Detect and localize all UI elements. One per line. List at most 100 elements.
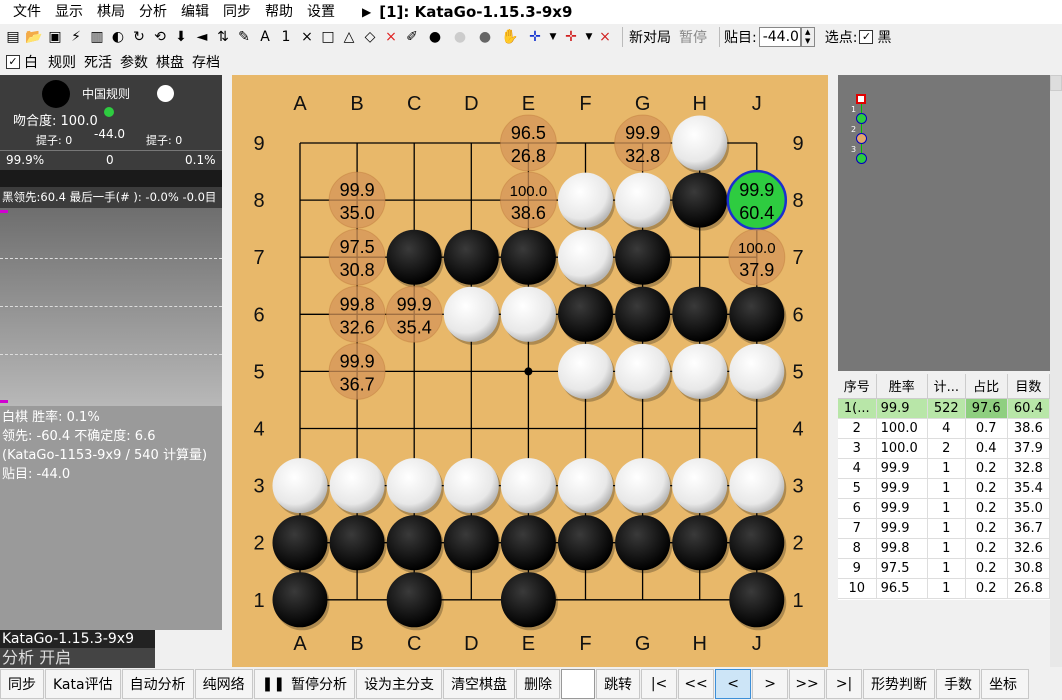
new-game-button[interactable]: 新对局 <box>629 27 671 47</box>
jump-button[interactable]: 跳转 <box>596 669 641 699</box>
refresh-icon[interactable]: ↻ <box>129 27 149 47</box>
set-main-branch-button[interactable]: 设为主分支 <box>356 669 443 699</box>
circle-play-icon[interactable]: ◐ <box>108 27 128 47</box>
flip-icon[interactable]: ⇅ <box>213 27 233 47</box>
tree-node[interactable] <box>856 113 867 124</box>
table-row[interactable]: 9 97.5 1 0.2 30.8 <box>838 558 1051 579</box>
forward-ten-button[interactable]: >> <box>789 669 826 699</box>
table-row[interactable]: 7 99.9 1 0.2 36.7 <box>838 518 1051 539</box>
board-canvas[interactable]: A A B B C C D D E E F F G G H H J J 9 9 8 8 7 7 6 6 5 5 4 4 3 3 2 2 1 1 99.9… <box>232 75 828 667</box>
column-header[interactable]: 序号 <box>838 374 877 399</box>
white-checkbox[interactable]: ✓ <box>6 55 20 69</box>
next-move-button[interactable]: > <box>752 669 789 699</box>
select-black-checkbox[interactable]: ✓ <box>859 30 874 44</box>
black-stone-icon[interactable]: ● <box>423 27 447 47</box>
save-game-button[interactable]: 存档 <box>192 52 220 72</box>
clear-board-button[interactable]: 清空棋盘 <box>443 669 516 699</box>
delete-button[interactable]: 删除 <box>516 669 561 699</box>
table-row[interactable]: 6 99.9 1 0.2 35.0 <box>838 498 1051 519</box>
table-cell: 35.4 <box>1007 478 1051 499</box>
auto-analysis-button[interactable]: 自动分析 <box>121 669 194 699</box>
red-cross-icon[interactable]: ✛ <box>559 27 583 47</box>
window-title: [1]: KataGo-1.15.3-9x9 <box>379 3 573 21</box>
back-arrow-icon[interactable]: ◄ <box>192 27 212 47</box>
table-cell: 3 <box>838 438 877 459</box>
table-row[interactable]: 8 99.8 1 0.2 32.6 <box>838 538 1051 559</box>
graph-marker <box>0 400 8 403</box>
menu-item-2[interactable]: 棋局 <box>90 0 132 24</box>
table-row[interactable]: 4 99.9 1 0.2 32.8 <box>838 458 1051 479</box>
menu-item-1[interactable]: 显示 <box>48 0 90 24</box>
pause-button[interactable]: 暂停 <box>679 27 707 47</box>
sync-button[interactable]: 同步 <box>0 669 44 699</box>
clear-x-icon[interactable]: × <box>595 27 615 47</box>
coords-button[interactable]: 坐标 <box>981 669 1030 699</box>
variation-tree: 1 2 3 <box>838 75 1062 371</box>
menu-item-5[interactable]: 同步 <box>216 0 258 24</box>
x-mark-icon[interactable]: × <box>297 27 317 47</box>
scroll-up-icon[interactable] <box>1050 75 1062 91</box>
flash-icon[interactable]: ⚡ <box>66 27 86 47</box>
root-node[interactable] <box>856 94 866 104</box>
rotate-icon[interactable]: ⟲ <box>150 27 170 47</box>
text-a-icon[interactable]: A <box>255 27 275 47</box>
menu-item-0[interactable]: 文件 <box>6 0 48 24</box>
menu-item-3[interactable]: 分析 <box>132 0 174 24</box>
white-stone-icon[interactable]: ● <box>448 27 472 47</box>
table-row[interactable]: 2 100.0 4 0.7 38.6 <box>838 418 1051 439</box>
column-header[interactable]: 胜率 <box>876 374 928 399</box>
prev-move-button[interactable]: < <box>715 669 752 699</box>
column-header[interactable]: 占比 <box>965 374 1008 399</box>
square-icon[interactable]: □ <box>318 27 338 47</box>
situation-eval-button[interactable]: 形势判断 <box>863 669 936 699</box>
candidate-lead: 26.8 <box>511 146 546 166</box>
eraser-icon[interactable]: ◇ <box>360 27 380 47</box>
jump-move-input[interactable] <box>561 669 596 699</box>
new-file-icon[interactable]: ▤ <box>3 27 23 47</box>
tree-node[interactable] <box>856 133 867 144</box>
chart-icon[interactable]: ▥ <box>87 27 107 47</box>
board-button[interactable]: 棋盘 <box>156 52 184 72</box>
pause-analysis-button[interactable]: ❚❚ 暂停分析 <box>253 669 356 699</box>
first-move-button[interactable]: |< <box>641 669 678 699</box>
column-header[interactable]: 计... <box>927 374 966 399</box>
brush-icon[interactable]: ✐ <box>402 27 422 47</box>
pure-network-button[interactable]: 纯网络 <box>194 669 253 699</box>
open-folder-icon[interactable]: 📂 <box>24 27 44 47</box>
black-stone <box>615 229 671 285</box>
menu-item-6[interactable]: 帮助 <box>258 0 300 24</box>
table-row[interactable]: 3 100.0 2 0.4 37.9 <box>838 438 1051 459</box>
blue-cross-icon[interactable]: ✛ <box>523 27 547 47</box>
menu-item-7[interactable]: 设置 <box>300 0 342 24</box>
number-one-icon[interactable]: 1 <box>276 27 296 47</box>
table-row[interactable]: 1(... 99.9 522 97.6 60.4 <box>838 398 1051 419</box>
pen-icon[interactable]: ✎ <box>234 27 254 47</box>
menu-item-4[interactable]: 编辑 <box>174 0 216 24</box>
komi-input[interactable]: -44.0 <box>758 27 801 47</box>
down-arrow-icon[interactable]: ⬇ <box>171 27 191 47</box>
life-death-button[interactable]: 死活 <box>84 52 112 72</box>
rules-button[interactable]: 规则 <box>48 52 76 72</box>
go-board[interactable]: A A B B C C D D E E F F G G H H J J 9 9 8 8 7 7 6 6 5 5 4 4 3 3 2 2 1 1 99.9… <box>232 75 828 667</box>
save-icon[interactable]: ▣ <box>45 27 65 47</box>
kata-eval-button[interactable]: Kata评估 <box>45 669 121 699</box>
params-button[interactable]: 参数 <box>120 52 148 72</box>
komi-stepper[interactable]: ▲ ▼ <box>800 27 815 47</box>
table-row[interactable]: 5 99.9 1 0.2 35.4 <box>838 478 1051 499</box>
scrollbar[interactable] <box>1050 75 1062 667</box>
column-header[interactable]: 目数 <box>1007 374 1051 399</box>
table-row[interactable]: 10 96.5 1 0.2 26.8 <box>838 578 1051 599</box>
dropdown-arrow-icon[interactable]: ▼ <box>548 27 558 47</box>
white-stone <box>386 458 442 514</box>
back-ten-button[interactable]: << <box>678 669 715 699</box>
tree-node[interactable] <box>856 153 867 164</box>
dropdown-arrow-icon[interactable]: ▼ <box>584 27 594 47</box>
black-winrate: 99.9% <box>6 153 45 167</box>
move-number-button[interactable]: 手数 <box>936 669 981 699</box>
mixed-stone-icon[interactable]: ● <box>473 27 497 47</box>
column-label: D <box>464 93 478 115</box>
last-move-button[interactable]: >| <box>826 669 863 699</box>
red-x-icon[interactable]: × <box>381 27 401 47</box>
hand-icon[interactable]: ✋ <box>498 27 522 47</box>
triangle-icon[interactable]: △ <box>339 27 359 47</box>
